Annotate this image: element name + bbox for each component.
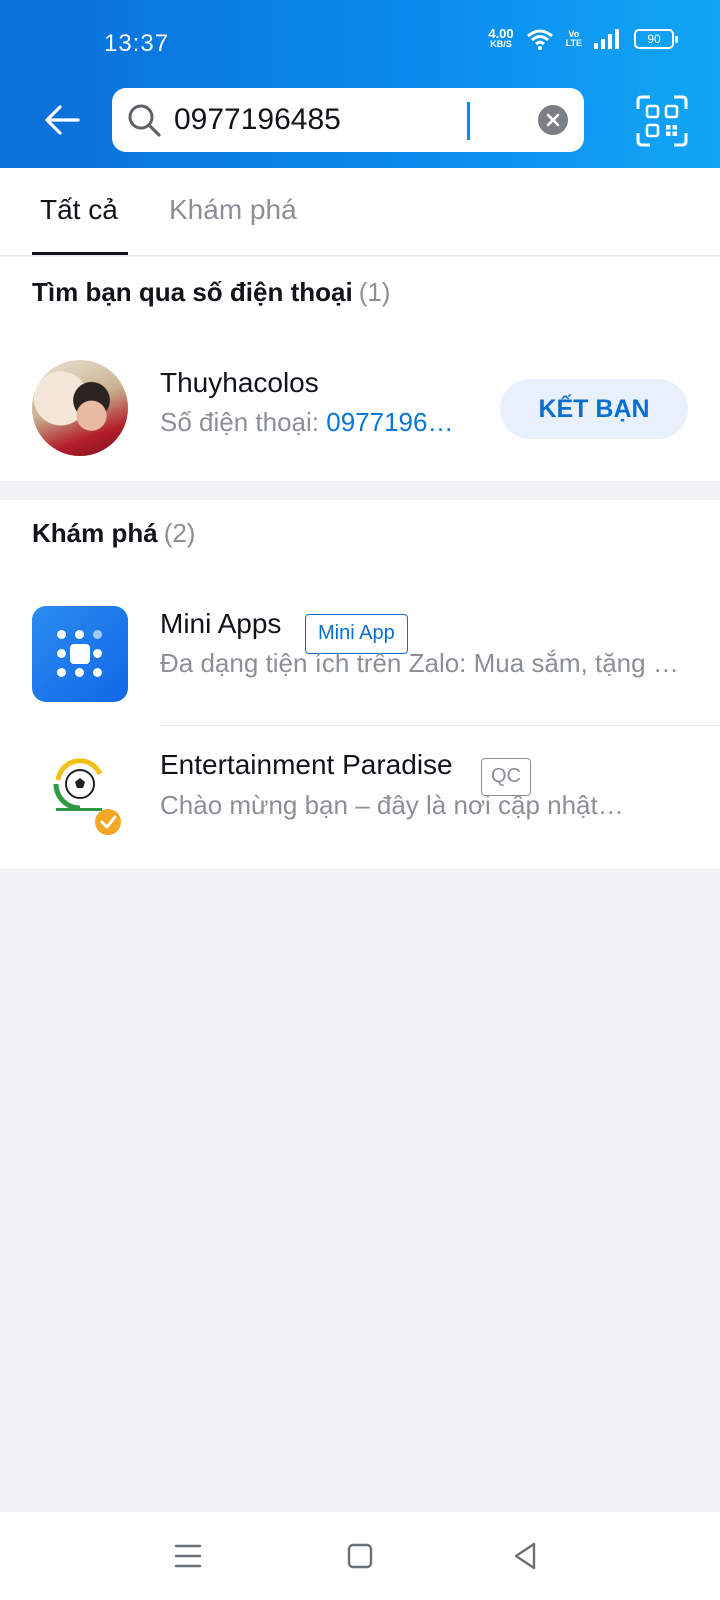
app-header: 13:37 4.00 KB/S Vo LTE 90 0977196485	[0, 0, 720, 168]
signal-icon	[594, 29, 619, 49]
contact-phone: Số điện thoại: 0977196…	[160, 407, 470, 438]
status-icons: 4.00 KB/S Vo LTE 90	[488, 27, 678, 50]
section-title-text: Tìm bạn qua số điện thoại	[32, 277, 353, 307]
arrow-left-icon[interactable]	[40, 98, 84, 142]
item-name: Entertainment Paradise	[160, 749, 453, 780]
dot	[93, 668, 102, 677]
battery-level: 90	[647, 32, 661, 46]
mini-apps-icon	[32, 606, 128, 702]
wifi-icon	[526, 29, 553, 50]
status-time: 13:37	[104, 30, 170, 57]
dot	[93, 630, 102, 639]
phone-search-section: Tìm bạn qua số điện thoại (1) Thuyhacolos…	[0, 257, 720, 481]
contact-name: Thuyhacolos	[160, 367, 319, 398]
search-input[interactable]	[174, 98, 514, 142]
add-friend-button[interactable]: KẾT BẠN	[500, 379, 688, 439]
system-nav-bar	[0, 1512, 720, 1600]
item-description: Chào mừng bạn – đây là nơi cập nhật…	[160, 790, 624, 820]
tab-explore[interactable]: Khám phá	[169, 194, 297, 226]
battery-icon: 90	[634, 29, 678, 49]
search-icon	[128, 104, 161, 137]
volte-bottom: LTE	[565, 38, 582, 48]
phone-value: 0977196…	[326, 407, 454, 437]
text-cursor	[467, 102, 470, 140]
section-title: Khám phá (2)	[32, 518, 195, 549]
dot	[75, 630, 84, 639]
dot	[57, 668, 66, 677]
home-icon[interactable]	[338, 1534, 382, 1578]
item-description: Đa dạng tiện ích trên Zalo: Mua sắm, tặn…	[160, 648, 690, 678]
volte-indicator: Vo LTE	[566, 30, 582, 48]
status-bar: 13:37 4.00 KB/S Vo LTE 90	[0, 0, 720, 72]
dot	[70, 644, 90, 664]
divider	[160, 725, 720, 726]
back-nav-icon[interactable]	[504, 1534, 548, 1578]
clear-icon[interactable]	[538, 105, 568, 135]
search-bar[interactable]	[112, 88, 584, 152]
menu-icon[interactable]	[166, 1534, 210, 1578]
dot	[57, 630, 66, 639]
section-title-text: Khám phá	[32, 518, 158, 548]
section-count: (1)	[358, 277, 391, 307]
tab-all[interactable]: Tất cả	[40, 194, 118, 226]
avatar[interactable]	[32, 360, 128, 456]
explore-section: Khám phá (2) Mini Apps Mini App Đa dạng t…	[0, 500, 720, 870]
dot	[75, 668, 84, 677]
qr-scan-icon[interactable]	[636, 95, 688, 147]
net-speed: 4.00 KB/S	[488, 27, 513, 50]
section-title: Tìm bạn qua số điện thoại (1)	[32, 277, 390, 308]
active-tab-indicator	[32, 252, 128, 255]
soccer-ball-icon	[53, 758, 121, 835]
section-count: (2)	[163, 518, 196, 548]
tab-bar: Tất cả Khám phá	[0, 168, 720, 256]
dot	[57, 649, 66, 658]
dot	[93, 649, 102, 658]
phone-label: Số điện thoại:	[160, 407, 327, 437]
item-name: Mini Apps	[160, 608, 282, 639]
net-speed-unit: KB/S	[490, 39, 512, 49]
